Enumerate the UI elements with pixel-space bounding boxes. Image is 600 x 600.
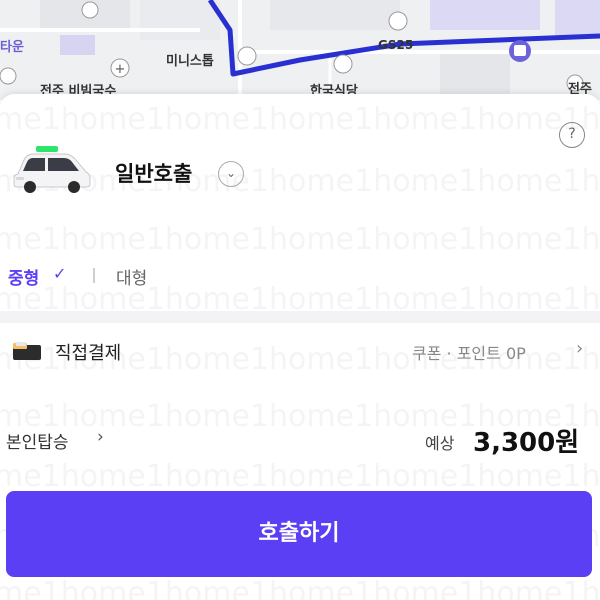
map-label-ministop: 미니스톱: [166, 54, 214, 69]
estimate-label: 예상: [425, 434, 455, 453]
check-icon: ✓: [53, 264, 67, 283]
help-button[interactable]: ?: [559, 122, 585, 148]
svg-text:+: +: [115, 62, 126, 77]
chevron-down-icon[interactable]: ⌄: [218, 161, 244, 187]
taxi-car-icon: [13, 146, 91, 193]
payment-method-label[interactable]: 직접결제: [55, 339, 121, 365]
map-label-gs25: GS25: [378, 38, 414, 52]
watermark-row: me1home1home1home1home1home1home1h: [0, 459, 600, 494]
map-label-town: 타운: [0, 40, 24, 55]
size-option-midsize[interactable]: 중형: [8, 264, 39, 289]
estimated-fare: 3,300원: [473, 428, 580, 458]
service-type-label[interactable]: 일반호출: [115, 158, 192, 188]
size-divider: [93, 268, 95, 283]
map-view[interactable]: + 타운 미니스톱 GS25 전주 비빔국수 한국식당 전주: [0, 0, 600, 100]
coupon-point-link[interactable]: 쿠폰 · 포인트 0P: [412, 340, 526, 364]
self-boarding-option[interactable]: 본인탑승: [6, 428, 69, 453]
taxi-call-screen: + 타운 미니스톱 GS25 전주 비빔국수 한국식당 전주 me1home1h…: [0, 0, 600, 600]
call-taxi-button[interactable]: 호출하기: [6, 491, 592, 577]
size-option-large[interactable]: 대형: [116, 264, 147, 289]
chevron-right-icon[interactable]: ›: [576, 338, 583, 359]
watermark-row: me1home1home1home1home1home1home1h: [0, 102, 600, 137]
watermark-row: me1home1home1home1home1home1home1h: [0, 576, 600, 600]
call-bottom-sheet: me1home1home1home1home1home1home1h me1ho…: [0, 94, 600, 600]
wallet-icon: [13, 342, 41, 360]
section-divider: [0, 311, 600, 323]
chevron-right-icon[interactable]: ›: [97, 427, 104, 447]
watermark-row: me1home1home1home1home1home1home1h: [0, 222, 600, 257]
